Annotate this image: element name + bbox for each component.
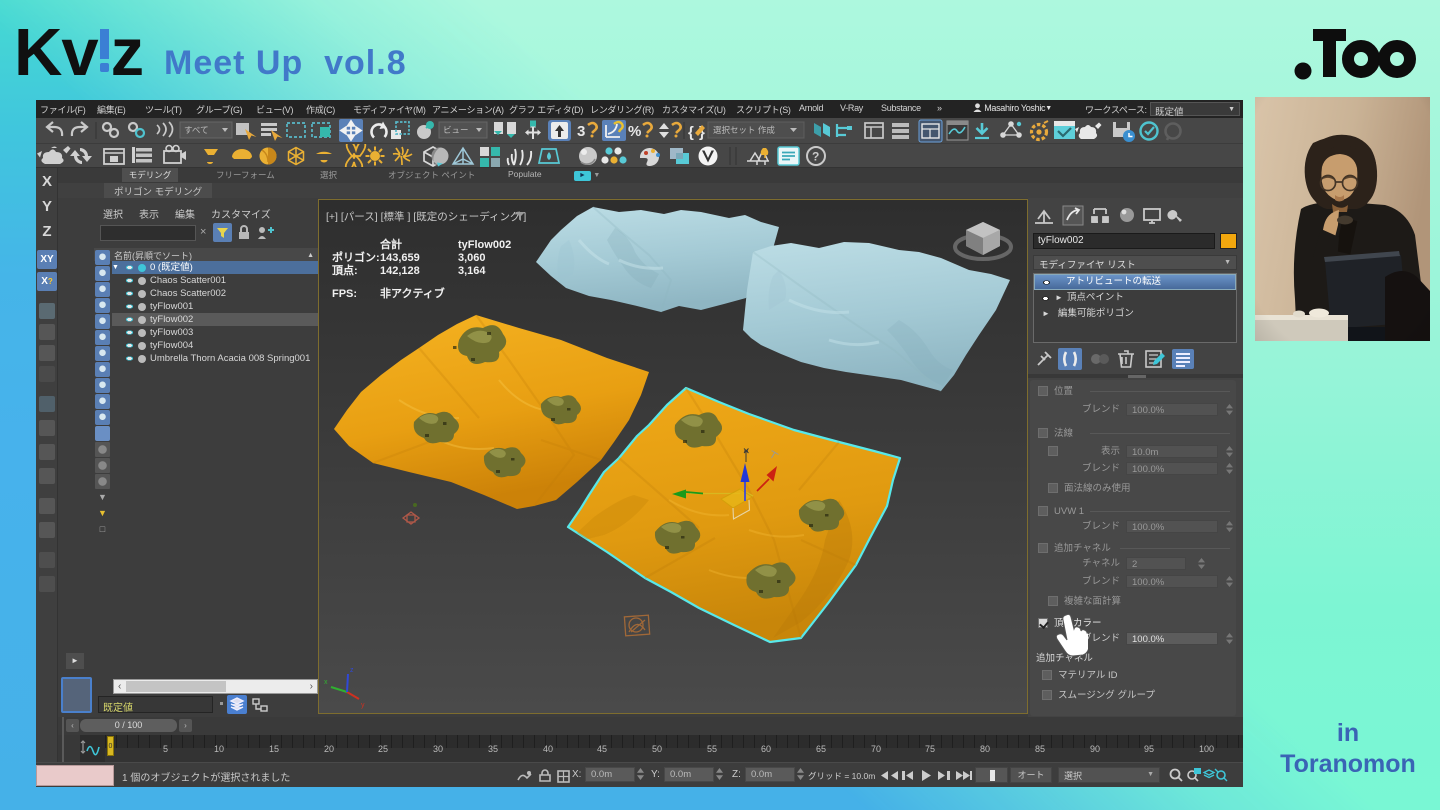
- svg-text:%: %: [628, 123, 641, 140]
- svg-text:z: z: [350, 667, 354, 674]
- svg-text:3: 3: [577, 123, 585, 140]
- svg-text:tyFlow002: tyFlow002: [458, 239, 511, 251]
- svg-text:142,128: 142,128: [380, 265, 420, 277]
- svg-text:すべて: すべて: [184, 125, 209, 135]
- svg-text:3,164: 3,164: [458, 265, 486, 277]
- svg-text:FPS:: FPS:: [332, 288, 357, 300]
- svg-text:合計: 合計: [380, 237, 402, 251]
- svg-text:ビュー: ビュー: [443, 125, 469, 135]
- svg-text:非アクティブ: 非アクティブ: [380, 286, 445, 300]
- svg-text:{: {: [688, 124, 694, 141]
- svg-text:143,659: 143,659: [380, 252, 420, 264]
- svg-text:選択セット 作成: 選択セット 作成: [713, 125, 775, 135]
- svg-text:ポリゴン:: ポリゴン:: [332, 250, 380, 264]
- svg-text:x: x: [324, 679, 328, 686]
- svg-text:[+] [パース] [標準 ] [既定のシェーディング ]: [+] [パース] [標準 ] [既定のシェーディング ]: [326, 210, 526, 223]
- svg-text:y: y: [361, 702, 365, 709]
- svg-text:3,060: 3,060: [458, 252, 486, 264]
- svg-text:頂点:: 頂点:: [332, 263, 358, 277]
- svg-text:?: ?: [812, 150, 819, 164]
